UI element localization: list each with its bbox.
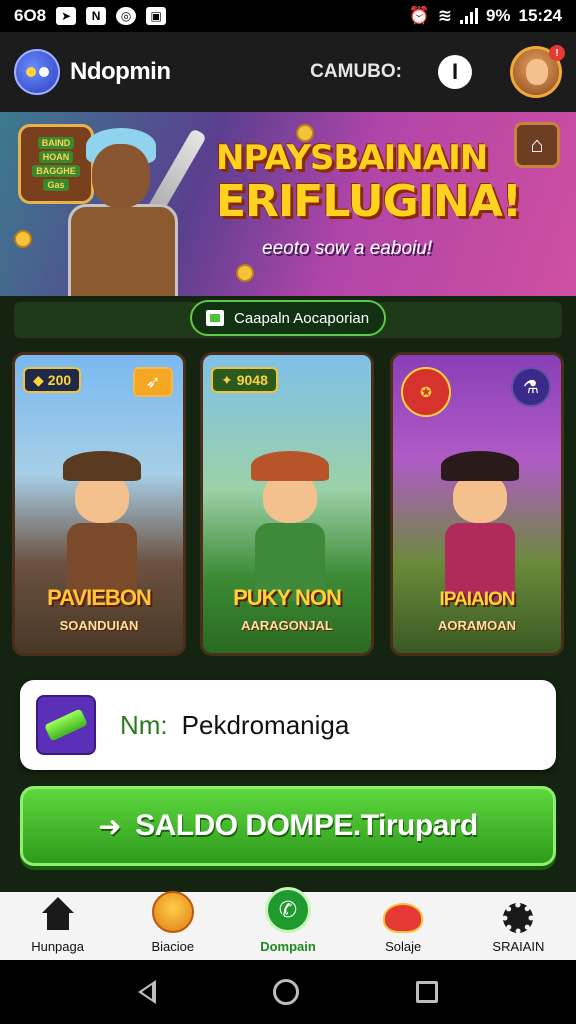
- nav-item-home[interactable]: Hunpaga: [0, 892, 115, 960]
- recents-icon[interactable]: [415, 981, 438, 1003]
- banner-title-line1: NPAYSBAINAIN: [216, 138, 488, 178]
- card-character: [435, 451, 525, 601]
- nav-label: Dompain: [260, 939, 316, 954]
- notification-badge: !: [549, 45, 565, 61]
- card-title: IPAIAION: [439, 589, 515, 610]
- info-icon: I: [451, 59, 459, 84]
- nav-label: Solaje: [385, 939, 422, 954]
- game-card[interactable]: ◆ 200 ➶ PAVIEBON SOANDUIAN: [12, 352, 186, 656]
- alarm-icon: ⏰: [408, 6, 430, 25]
- status-bar: 6O8 ➤ N ◎ ▣ ⏰ ≋ 9% 15:24: [0, 0, 576, 32]
- arrow-icon: ➶: [133, 367, 173, 397]
- banner-subtitle: eeoto sow a eaboiu!: [262, 238, 433, 259]
- nav-label: Hunpaga: [31, 939, 84, 954]
- home-circle-icon[interactable]: [272, 979, 299, 1005]
- nav-label: SRAIAIN: [492, 939, 545, 954]
- coin-icon: [236, 264, 254, 282]
- card-tag: ✦ 9048: [211, 367, 278, 393]
- system-nav-bar: [0, 960, 576, 1024]
- n-icon: N: [86, 7, 107, 25]
- saldo-dompet-button[interactable]: ➜ SALDO DOMPE.Tirupard: [20, 786, 556, 866]
- card-tag: ✪: [401, 367, 451, 417]
- image-icon: ▣: [146, 7, 167, 25]
- card-tag: ◆ 200: [23, 367, 82, 393]
- status-left-text: 6O8: [14, 6, 47, 25]
- card-title: PAVIEBON: [47, 585, 152, 610]
- sale-icon: ✪: [420, 383, 432, 400]
- card-character: [245, 451, 335, 601]
- promo-banner[interactable]: BAIND HOAN BAGGHE Gas ⌂ NPAYSBAINAIN ERI…: [0, 112, 576, 300]
- nav-item-settings[interactable]: SRAIAIN: [461, 892, 576, 960]
- campaign-pill-row: Caapaln Aocaporian: [0, 296, 576, 344]
- app-name: Ndopmin: [70, 58, 171, 85]
- wifi-icon: ≋: [437, 6, 452, 25]
- phone-icon: ✆: [265, 887, 311, 933]
- tag-leaf-icon: ✦: [221, 371, 233, 388]
- nav-item-solaje[interactable]: Solaje: [346, 892, 461, 960]
- nav-item-bowl[interactable]: Biacioe: [115, 891, 230, 960]
- hero-character: [50, 124, 207, 300]
- bowl-icon: [151, 891, 194, 933]
- card-subtitle: AARAGONJAL: [241, 618, 333, 633]
- battery-text: 9%: [485, 6, 511, 25]
- campaign-pill-label: Caapaln Aocaporian: [234, 309, 370, 327]
- game-cards: ◆ 200 ➶ PAVIEBON SOANDUIAN ✦ 9048 PUKY NON…: [0, 344, 576, 664]
- card-subtitle: SOANDUIAN: [59, 618, 139, 633]
- back-icon[interactable]: [138, 980, 157, 1004]
- avatar-face: [526, 59, 548, 85]
- game-card[interactable]: ✦ 9048 PUKY NON AARAGONJAL: [200, 352, 374, 656]
- name-input-label: Nm:: [120, 709, 168, 740]
- clock: 15:24: [518, 6, 562, 25]
- potion-icon: ⚗: [511, 367, 551, 407]
- circle-icon: ◎: [116, 7, 137, 25]
- tag-coin-icon: ◆: [33, 371, 44, 388]
- card-character: [57, 451, 147, 601]
- app-header: Ndopmin CAMUBO: I !: [0, 32, 576, 112]
- gear-icon: [503, 903, 534, 933]
- info-button[interactable]: I: [438, 55, 472, 89]
- cake-icon: [383, 903, 424, 933]
- chest-icon[interactable]: ⌂: [514, 122, 560, 168]
- nav-label: Biacioe: [151, 939, 195, 954]
- campaign-pill-button[interactable]: Caapaln Aocaporian: [190, 300, 386, 336]
- saldo-dompet-label: SALDO DOMPE.Tirupard: [135, 809, 478, 842]
- name-input-field[interactable]: Pekdromaniga: [182, 710, 350, 741]
- card-subtitle: AORAMOAN: [438, 618, 516, 633]
- card-tag-value: 200: [47, 372, 72, 388]
- bottom-nav: Hunpaga Biacioe ✆ Dompain Solaje SRAIAIN: [0, 887, 576, 960]
- game-card[interactable]: ✪ ⚗ IPAIAION AORAMOAN: [390, 352, 564, 656]
- signal-icon: [459, 8, 478, 24]
- arrow-right-icon: ➜: [98, 810, 122, 842]
- card-title: PUKY NON: [233, 585, 342, 610]
- calendar-icon: [206, 310, 224, 326]
- home-icon: [39, 897, 77, 933]
- app-screen: 6O8 ➤ N ◎ ▣ ⏰ ≋ 9% 15:24 Ndopmin CAMUBO:…: [0, 0, 576, 1024]
- name-input-card[interactable]: Nm: Pekdromaniga: [20, 680, 556, 770]
- card-tag-value: 9048: [236, 372, 268, 388]
- campaign-label[interactable]: CAMUBO:: [310, 61, 402, 83]
- cursor-icon: ➤: [56, 7, 77, 25]
- nav-item-dompet[interactable]: ✆ Dompain: [230, 887, 345, 960]
- app-logo-icon[interactable]: [14, 49, 60, 95]
- coin-icon: [14, 230, 32, 248]
- gem-icon: [36, 695, 96, 755]
- avatar[interactable]: !: [510, 45, 565, 98]
- banner-title-line2: ERIFLUGINA!: [216, 176, 522, 227]
